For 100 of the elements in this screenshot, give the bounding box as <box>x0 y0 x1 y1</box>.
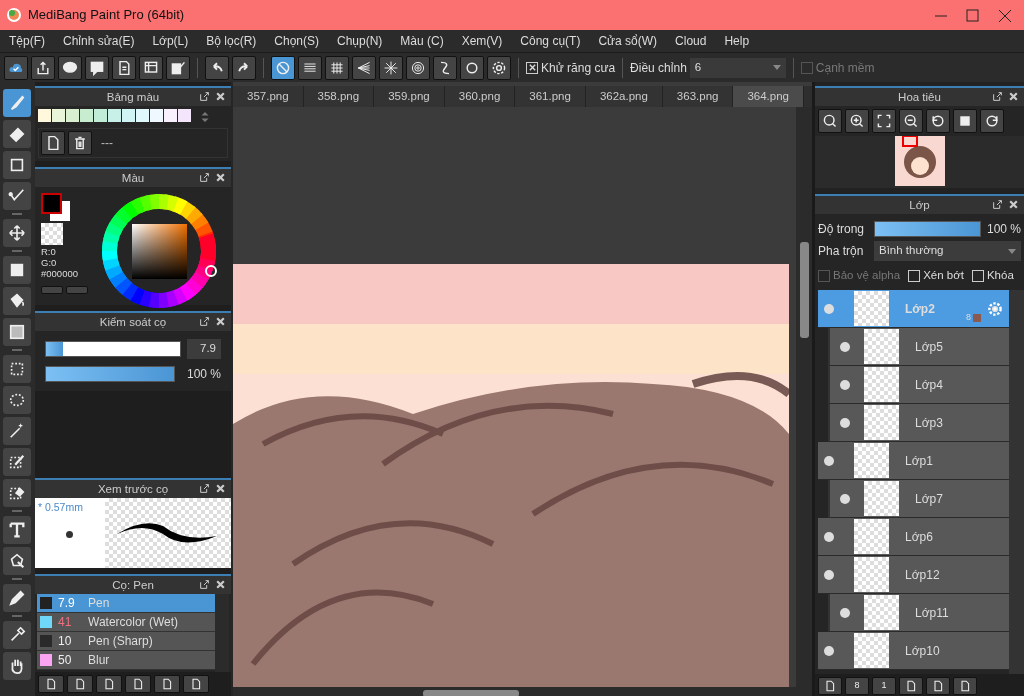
eyedrop-color-button[interactable] <box>66 285 88 294</box>
brush-opacity-slider[interactable] <box>45 366 175 382</box>
layer-row[interactable]: Lớp12 <box>818 556 1009 595</box>
scrollbar[interactable] <box>1009 290 1024 674</box>
color-swatch[interactable] <box>150 109 163 122</box>
transparent-color[interactable] <box>41 223 63 245</box>
snap-button[interactable] <box>325 55 349 80</box>
tool-button[interactable] <box>3 652 31 680</box>
brush-list-item[interactable]: 41 Watercolor (Wet) <box>37 613 215 632</box>
tool-button[interactable] <box>3 219 31 247</box>
tool-button[interactable] <box>3 287 31 315</box>
new-brush-button[interactable] <box>67 675 93 693</box>
correction-dropdown[interactable]: 6 <box>689 57 786 78</box>
tool-button[interactable] <box>3 256 31 284</box>
speech-bubble-button[interactable] <box>58 55 82 80</box>
menu-item[interactable]: Cloud <box>666 30 716 52</box>
grid-edit-button[interactable] <box>166 55 190 80</box>
snap-button[interactable] <box>271 55 295 80</box>
visibility-toggle[interactable] <box>824 569 834 580</box>
brush-script-button[interactable] <box>125 675 151 693</box>
brush-list-item[interactable]: 50 Blur <box>37 651 215 670</box>
file-tab[interactable]: 364.png <box>733 86 804 107</box>
color-swatch[interactable] <box>52 109 65 122</box>
zoom-in-button[interactable] <box>845 109 869 133</box>
color-swatch[interactable] <box>94 109 107 122</box>
file-tab[interactable]: 363.png <box>662 86 734 107</box>
snap-button[interactable] <box>379 55 403 80</box>
menu-item[interactable]: Chọn(S) <box>265 30 328 52</box>
visibility-toggle[interactable] <box>840 607 850 618</box>
horizontal-scrollbar[interactable] <box>423 689 519 696</box>
delete-palette-button[interactable] <box>68 131 92 155</box>
zoom-out-button[interactable] <box>899 109 923 133</box>
color-swatch[interactable] <box>136 109 149 122</box>
visibility-toggle[interactable] <box>824 455 834 466</box>
layer-row[interactable]: Lớp1 <box>818 442 1009 481</box>
new-palette-button[interactable] <box>41 131 65 155</box>
fit-screen-button[interactable] <box>872 109 896 133</box>
visibility-toggle[interactable] <box>824 303 834 314</box>
actual-size-button[interactable] <box>818 109 842 133</box>
tool-button[interactable] <box>3 417 31 445</box>
layer-type-button[interactable]: 1 <box>872 677 896 695</box>
layer-row[interactable]: Lớp7 <box>828 480 1009 519</box>
layer-row[interactable]: Lớp4 <box>828 366 1009 405</box>
undo-button[interactable] <box>205 55 229 80</box>
tool-button[interactable] <box>3 547 31 575</box>
tool-button[interactable] <box>3 448 31 476</box>
visibility-toggle[interactable] <box>824 531 834 542</box>
color-swatch[interactable] <box>164 109 177 122</box>
menu-item[interactable]: Màu (C) <box>391 30 453 52</box>
copy-button[interactable] <box>183 675 209 693</box>
main-sub-color-swatches[interactable] <box>41 193 71 221</box>
document-button[interactable] <box>112 55 136 80</box>
color-swatch[interactable] <box>80 109 93 122</box>
brush-list-item[interactable]: 10 Pen (Sharp) <box>37 632 215 651</box>
tool-button[interactable] <box>3 479 31 507</box>
tool-button[interactable] <box>3 318 31 346</box>
layer-type-button[interactable]: 8 <box>845 677 869 695</box>
menu-item[interactable]: Lớp(L) <box>143 30 198 52</box>
folder-button[interactable] <box>926 677 950 695</box>
tool-button[interactable] <box>3 584 31 612</box>
visibility-toggle[interactable] <box>840 493 850 504</box>
layer-row[interactable]: Lớp6 <box>818 518 1009 557</box>
new-layer-button[interactable] <box>818 677 842 695</box>
message-button[interactable] <box>85 55 109 80</box>
visibility-toggle[interactable] <box>840 417 850 428</box>
menu-item[interactable]: Xem(V) <box>452 30 512 52</box>
snap-button[interactable] <box>433 55 457 80</box>
file-tab[interactable]: 361.png <box>515 86 586 107</box>
folder-button[interactable] <box>154 675 180 693</box>
visibility-toggle[interactable] <box>840 379 850 390</box>
visibility-toggle[interactable] <box>824 645 834 656</box>
menu-item[interactable]: Chỉnh sửa(E) <box>54 30 144 52</box>
layer-row[interactable]: Lớp10 <box>818 632 1009 671</box>
brush-size-slider[interactable] <box>45 341 181 357</box>
layer-row[interactable]: Lớp5 <box>828 328 1009 367</box>
layer-row[interactable]: Lớp3 <box>828 404 1009 443</box>
visibility-toggle[interactable] <box>840 341 850 352</box>
file-tab[interactable]: 360.png <box>444 86 516 107</box>
scrollbar[interactable] <box>215 594 229 672</box>
file-tab[interactable]: 358.png <box>303 86 375 107</box>
file-tab[interactable]: 359.png <box>374 86 445 107</box>
blend-mode-dropdown[interactable]: Bình thường <box>874 241 1021 261</box>
layer-row[interactable]: Lớp11 <box>828 594 1009 633</box>
brush-type-button[interactable] <box>96 675 122 693</box>
snap-button[interactable] <box>352 55 376 80</box>
menu-item[interactable]: Chụp(N) <box>328 30 392 52</box>
brush-size-value[interactable]: 7.9 <box>187 339 221 359</box>
menu-item[interactable]: Tệp(F) <box>0 30 54 52</box>
tool-button[interactable] <box>3 516 31 544</box>
snap-button[interactable] <box>406 55 430 80</box>
cloud-download-button[interactable] <box>38 675 64 693</box>
file-tab[interactable]: 362a.png <box>585 86 663 107</box>
color-swatch[interactable] <box>122 109 135 122</box>
menu-item[interactable]: Bộ lọc(R) <box>197 30 266 52</box>
rotate-left-button[interactable] <box>926 109 950 133</box>
tool-button[interactable] <box>3 120 31 148</box>
copy-button[interactable] <box>953 677 977 695</box>
color-swatch[interactable] <box>108 109 121 122</box>
menu-item[interactable]: Công cụ(T) <box>511 30 590 52</box>
color-swatch[interactable] <box>38 109 51 122</box>
